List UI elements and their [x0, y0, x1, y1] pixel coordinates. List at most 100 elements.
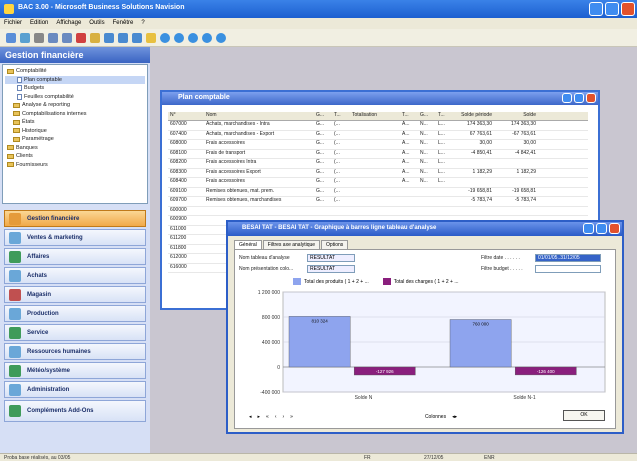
- nav-button-production[interactable]: Production: [4, 305, 146, 322]
- paste-icon[interactable]: [62, 33, 72, 43]
- help-icon[interactable]: [216, 33, 226, 43]
- table-cell: N...: [420, 121, 428, 127]
- bar: [288, 316, 351, 368]
- nav-button-meteo[interactable]: Météo/système: [4, 362, 146, 379]
- new-icon[interactable]: [6, 33, 16, 43]
- tree-item[interactable]: Historique: [5, 127, 145, 136]
- menu-file[interactable]: Fichier: [4, 20, 22, 29]
- close-button[interactable]: [609, 223, 620, 234]
- columns-stepper[interactable]: ◂▸: [452, 414, 457, 420]
- col-g[interactable]: G...: [316, 112, 334, 120]
- table-row[interactable]: 608100 Frais de transport G... (... A... N...…: [168, 149, 588, 159]
- cut-icon[interactable]: [34, 33, 44, 43]
- tree-item[interactable]: Budgets: [5, 84, 145, 93]
- tree-item[interactable]: Comptabilité: [5, 67, 145, 76]
- zoom-out-icon[interactable]: ▸: [258, 414, 261, 420]
- col-no[interactable]: N°: [168, 112, 206, 120]
- nav-button-service[interactable]: Service: [4, 324, 146, 341]
- maximize-button[interactable]: [596, 223, 607, 234]
- tree-item[interactable]: Banques: [5, 144, 145, 153]
- menu-tools[interactable]: Outils: [89, 20, 104, 29]
- print-icon[interactable]: [132, 33, 142, 43]
- last-icon[interactable]: »: [290, 414, 293, 420]
- nav-button-gestion-financiere[interactable]: Gestion financière: [4, 210, 146, 227]
- tree-item[interactable]: Paramétrage: [5, 135, 145, 144]
- nav-button-magasin[interactable]: Magasin: [4, 286, 146, 303]
- col-g2[interactable]: G...: [420, 112, 438, 120]
- table-cell: 608200: [170, 159, 187, 165]
- presentation-field[interactable]: RESULTAT: [307, 265, 355, 273]
- close-button[interactable]: [586, 93, 596, 103]
- maximize-button[interactable]: [605, 2, 619, 16]
- table-row[interactable]: 600000: [168, 207, 588, 216]
- open-icon[interactable]: [20, 33, 30, 43]
- first-icon[interactable]: «: [266, 414, 269, 420]
- col-t2[interactable]: T...: [402, 112, 420, 120]
- nav-button-add-ons[interactable]: Compléments Add-Ons: [4, 400, 146, 422]
- nav-button-administration[interactable]: Administration: [4, 381, 146, 398]
- table-row[interactable]: 608200 Frais accessoires Intra G... (... A..…: [168, 159, 588, 169]
- bar: [449, 319, 512, 368]
- projects-icon: [9, 250, 21, 263]
- zoom-in-icon[interactable]: ◂: [249, 414, 252, 420]
- table-row[interactable]: 608400 Frais accessoires G... (... A... N... L…: [168, 178, 588, 188]
- col-solde[interactable]: Solde: [496, 112, 540, 120]
- minimize-button[interactable]: [589, 2, 603, 16]
- sort-icon[interactable]: [118, 33, 128, 43]
- table-row[interactable]: 607400 Achats, marchandises - Export G... (…: [168, 131, 588, 140]
- maximize-button[interactable]: [574, 93, 584, 103]
- table-cell: 1 182,29: [472, 168, 492, 175]
- tree-item[interactable]: Comptabilisations internes: [5, 110, 145, 119]
- prev-icon[interactable]: ‹: [275, 414, 277, 420]
- tab-general[interactable]: Général: [234, 240, 262, 249]
- nav-button-achats[interactable]: Achats: [4, 267, 146, 284]
- table-cell: [420, 197, 438, 206]
- filter-icon[interactable]: [104, 33, 114, 43]
- menu-window[interactable]: Fenêtre: [113, 20, 134, 29]
- nav-button-affaires[interactable]: Affaires: [4, 248, 146, 265]
- tree-item[interactable]: États: [5, 118, 145, 127]
- find-icon[interactable]: [90, 33, 100, 43]
- nav-prev-icon[interactable]: [174, 33, 184, 43]
- tree-item[interactable]: Plan comptable: [5, 75, 145, 84]
- table-cell: 600900: [170, 216, 187, 222]
- tree-item[interactable]: Feuilles comptabilité: [5, 93, 145, 102]
- x-tick-label: Solde N-1: [513, 395, 535, 401]
- tree-item[interactable]: Fournisseurs: [5, 161, 145, 170]
- tab-options[interactable]: Options: [321, 240, 349, 249]
- col-t[interactable]: T...: [334, 112, 352, 120]
- minimize-button[interactable]: [562, 93, 572, 103]
- nav-button-ressources-humaines[interactable]: Ressources humaines: [4, 343, 146, 360]
- budget-filter-field[interactable]: [535, 265, 601, 273]
- col-totalisation[interactable]: Totalisation: [352, 112, 402, 120]
- table-row[interactable]: 609100 Remises obtenues, mat. prem. G... (.…: [168, 188, 588, 197]
- table-cell: (...: [334, 149, 340, 156]
- nav-first-icon[interactable]: [160, 33, 170, 43]
- table-row[interactable]: 609700 Remises obtenues, marchandises G...…: [168, 197, 588, 207]
- minimize-button[interactable]: [583, 223, 594, 234]
- menu-edit[interactable]: Edition: [30, 20, 48, 29]
- copy-icon[interactable]: [48, 33, 58, 43]
- menu-view[interactable]: Affichage: [56, 20, 81, 29]
- table-row[interactable]: 608000 Frais accessoires G... (... A... N... L…: [168, 140, 588, 150]
- ok-button[interactable]: OK: [563, 410, 605, 421]
- close-button[interactable]: [621, 2, 635, 16]
- col-t3[interactable]: T...: [438, 112, 456, 120]
- next-icon[interactable]: ›: [282, 414, 284, 420]
- analysis-name-field[interactable]: RESULTAT: [307, 254, 355, 262]
- tab-filtres[interactable]: Filtres axe analytique: [262, 240, 321, 249]
- col-name[interactable]: Nom: [206, 112, 316, 120]
- nav-next-icon[interactable]: [188, 33, 198, 43]
- table-row[interactable]: 607000 Achats, marchandises - Intra G... (.…: [168, 121, 588, 131]
- table-row[interactable]: 608300 Frais accessoires Export G... (... A.…: [168, 168, 588, 178]
- date-filter-field[interactable]: 01/01/05..31/12/05: [535, 254, 601, 262]
- nav-last-icon[interactable]: [202, 33, 212, 43]
- menu-help[interactable]: ?: [141, 20, 144, 29]
- tree-item[interactable]: Clients: [5, 152, 145, 161]
- lookup-icon[interactable]: [146, 33, 156, 43]
- nav-button-ventes[interactable]: Ventes & marketing: [4, 229, 146, 246]
- table-cell: 607000: [170, 121, 187, 127]
- col-solde-periode[interactable]: Solde période: [456, 112, 496, 120]
- delete-icon[interactable]: [76, 33, 86, 43]
- tree-item[interactable]: Analyse & reporting: [5, 101, 145, 110]
